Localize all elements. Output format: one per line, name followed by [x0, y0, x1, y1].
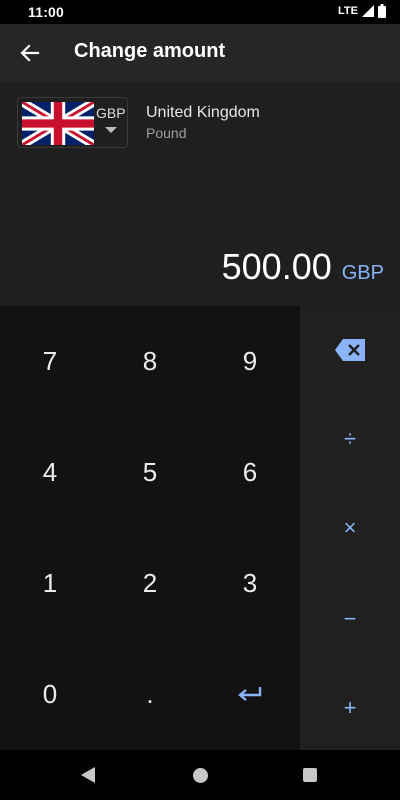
enter-button[interactable]	[200, 639, 300, 750]
uk-flag-icon	[22, 102, 94, 145]
currency-selector[interactable]: GBP	[17, 97, 128, 148]
amount-value: 500.00	[221, 246, 332, 287]
key-8[interactable]: 8	[100, 306, 200, 417]
country-name: United Kingdom	[146, 104, 260, 121]
amount-currency-code: GBP	[341, 262, 384, 284]
number-keypad: 7 8 9 4 5 6 1 2 3 0 .	[0, 306, 300, 750]
divide-button[interactable]: ÷	[300, 409, 400, 469]
network-type: LTE	[338, 5, 358, 17]
key-0[interactable]: 0	[0, 639, 100, 750]
system-nav-bar	[0, 750, 400, 800]
status-bar: 11:00 LTE	[0, 0, 400, 24]
key-9[interactable]: 9	[200, 306, 300, 417]
key-decimal[interactable]: .	[100, 639, 200, 750]
key-3[interactable]: 3	[200, 528, 300, 639]
multiply-button[interactable]: ×	[300, 498, 400, 558]
amount-display: 500.00 GBP	[222, 246, 384, 288]
page-title: Change amount	[74, 40, 226, 62]
chevron-down-icon	[105, 127, 117, 133]
back-button[interactable]	[12, 35, 48, 71]
signal-icon	[362, 5, 374, 17]
key-1[interactable]: 1	[0, 528, 100, 639]
backspace-button[interactable]	[300, 320, 400, 380]
minus-button[interactable]: −	[300, 589, 400, 649]
status-time: 11:00	[28, 4, 65, 20]
app-bar: Change amount	[0, 24, 400, 82]
operator-column: ÷ × − +	[300, 306, 400, 750]
battery-icon	[378, 4, 386, 18]
arrow-left-icon	[20, 44, 40, 62]
plus-button[interactable]: +	[300, 678, 400, 738]
currency-header: GBP United Kingdom Pound 500.00 GBP	[0, 82, 400, 306]
key-5[interactable]: 5	[100, 417, 200, 528]
nav-back-icon[interactable]	[81, 767, 95, 783]
currency-code: GBP	[96, 105, 126, 121]
nav-home-icon[interactable]	[193, 768, 208, 783]
currency-name: Pound	[146, 125, 187, 141]
nav-recents-icon[interactable]	[303, 768, 317, 782]
enter-icon	[238, 686, 262, 701]
status-icons: LTE	[338, 4, 386, 18]
key-7[interactable]: 7	[0, 306, 100, 417]
key-2[interactable]: 2	[100, 528, 200, 639]
key-6[interactable]: 6	[200, 417, 300, 528]
key-4[interactable]: 4	[0, 417, 100, 528]
backspace-icon	[335, 339, 365, 361]
